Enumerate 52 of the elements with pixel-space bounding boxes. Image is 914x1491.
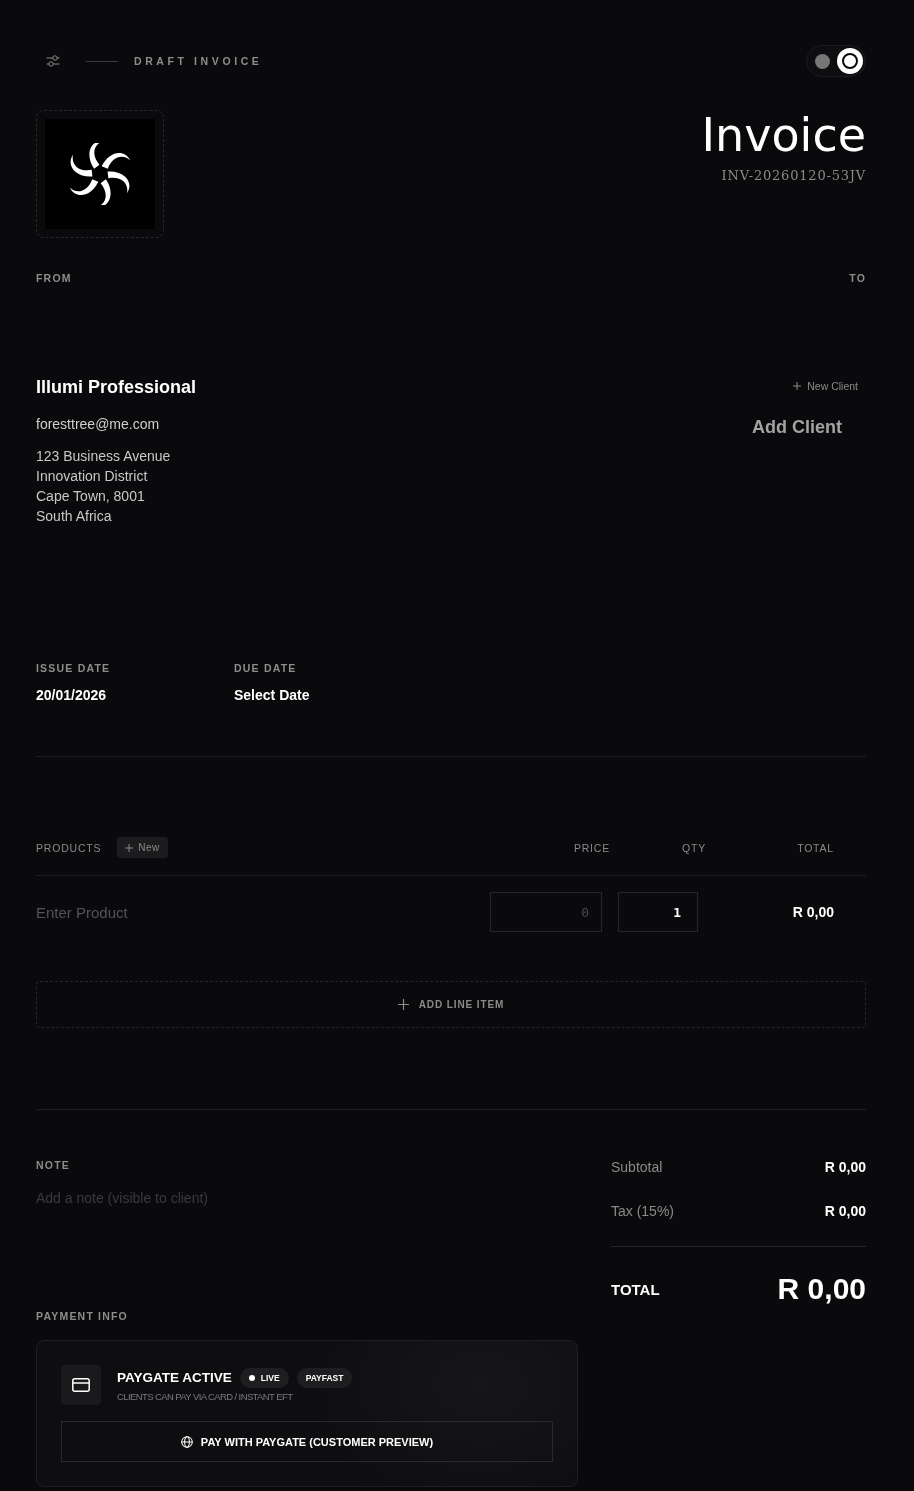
status-dot-icon [248, 1374, 255, 1381]
add-line-item-button[interactable]: ADD LINE ITEM [36, 981, 866, 1028]
column-header: TOTAL [796, 840, 835, 855]
add-client-button[interactable]: Add Client [752, 416, 842, 438]
quantity-input[interactable]: 1 [618, 892, 698, 932]
settings-sliders-icon[interactable] [46, 55, 60, 67]
invoice-number: INV-20260120-53JV [720, 167, 866, 185]
plus-icon [793, 382, 802, 390]
address-line: 123 Business Avenue [36, 447, 172, 466]
date-picker[interactable]: Select Date [234, 685, 310, 705]
column-header: PRICE [572, 840, 610, 855]
status-badge: LIVE [239, 1367, 289, 1388]
column-header: QTY [681, 840, 706, 855]
pay-preview-button[interactable]: PAY WITH PAYGATE (CUSTOMER PREVIEW) [61, 1421, 553, 1462]
from-label: FROM [36, 271, 72, 285]
sender-name: Illumi Professional [36, 376, 197, 398]
sender-email: foresttree@me.com [36, 415, 161, 434]
logo-upload-frame[interactable] [36, 110, 164, 238]
credit-card-icon [72, 1378, 90, 1392]
payment-info-label: PAYMENT INFO [36, 1309, 129, 1323]
toggle-dot [815, 53, 830, 69]
total-label: TOTAL [611, 1280, 660, 1298]
address-line: Innovation District [36, 467, 149, 486]
plus-icon [125, 843, 134, 852]
date-label: ISSUE DATE [36, 661, 112, 675]
product-input[interactable]: Enter Product [36, 892, 490, 932]
to-label: TO [849, 271, 866, 285]
note-label: NOTE [36, 1158, 71, 1172]
products-header: PRODUCTS [36, 840, 102, 855]
page-label: DRAFT INVOICE [134, 54, 263, 68]
summary-label: Subtotal [611, 1159, 663, 1175]
line-total: R 0,00 [792, 904, 834, 920]
summary-value: R 0,00 [824, 1203, 866, 1219]
new-client-button[interactable]: New Client [793, 379, 858, 393]
provider-badge: PAYFAST [296, 1367, 353, 1388]
payment-subtitle: CLIENTS CAN PAY VIA CARD / INSTANT EFT [117, 1390, 294, 1403]
toggle-knob [837, 48, 863, 74]
summary-value: R 0,00 [824, 1159, 866, 1175]
address-line: Cape Town, 8001 [36, 487, 146, 506]
date-label: DUE DATE [234, 661, 298, 675]
price-input[interactable]: 0 [490, 892, 602, 932]
total-amount: R 0,00 [777, 1271, 866, 1307]
plus-icon [397, 999, 409, 1010]
payment-status-title: PAYGATE ACTIVE [117, 1368, 232, 1387]
address-line: South Africa [36, 507, 113, 526]
globe-icon [180, 1435, 193, 1448]
summary-label: Tax (15%) [611, 1203, 675, 1219]
invoice-title: Invoice [701, 110, 866, 160]
new-product-button[interactable]: New [117, 837, 168, 858]
swirl-logo-icon [69, 143, 131, 205]
theme-toggle[interactable] [806, 45, 866, 77]
date-picker[interactable]: 20/01/2026 [36, 685, 107, 705]
